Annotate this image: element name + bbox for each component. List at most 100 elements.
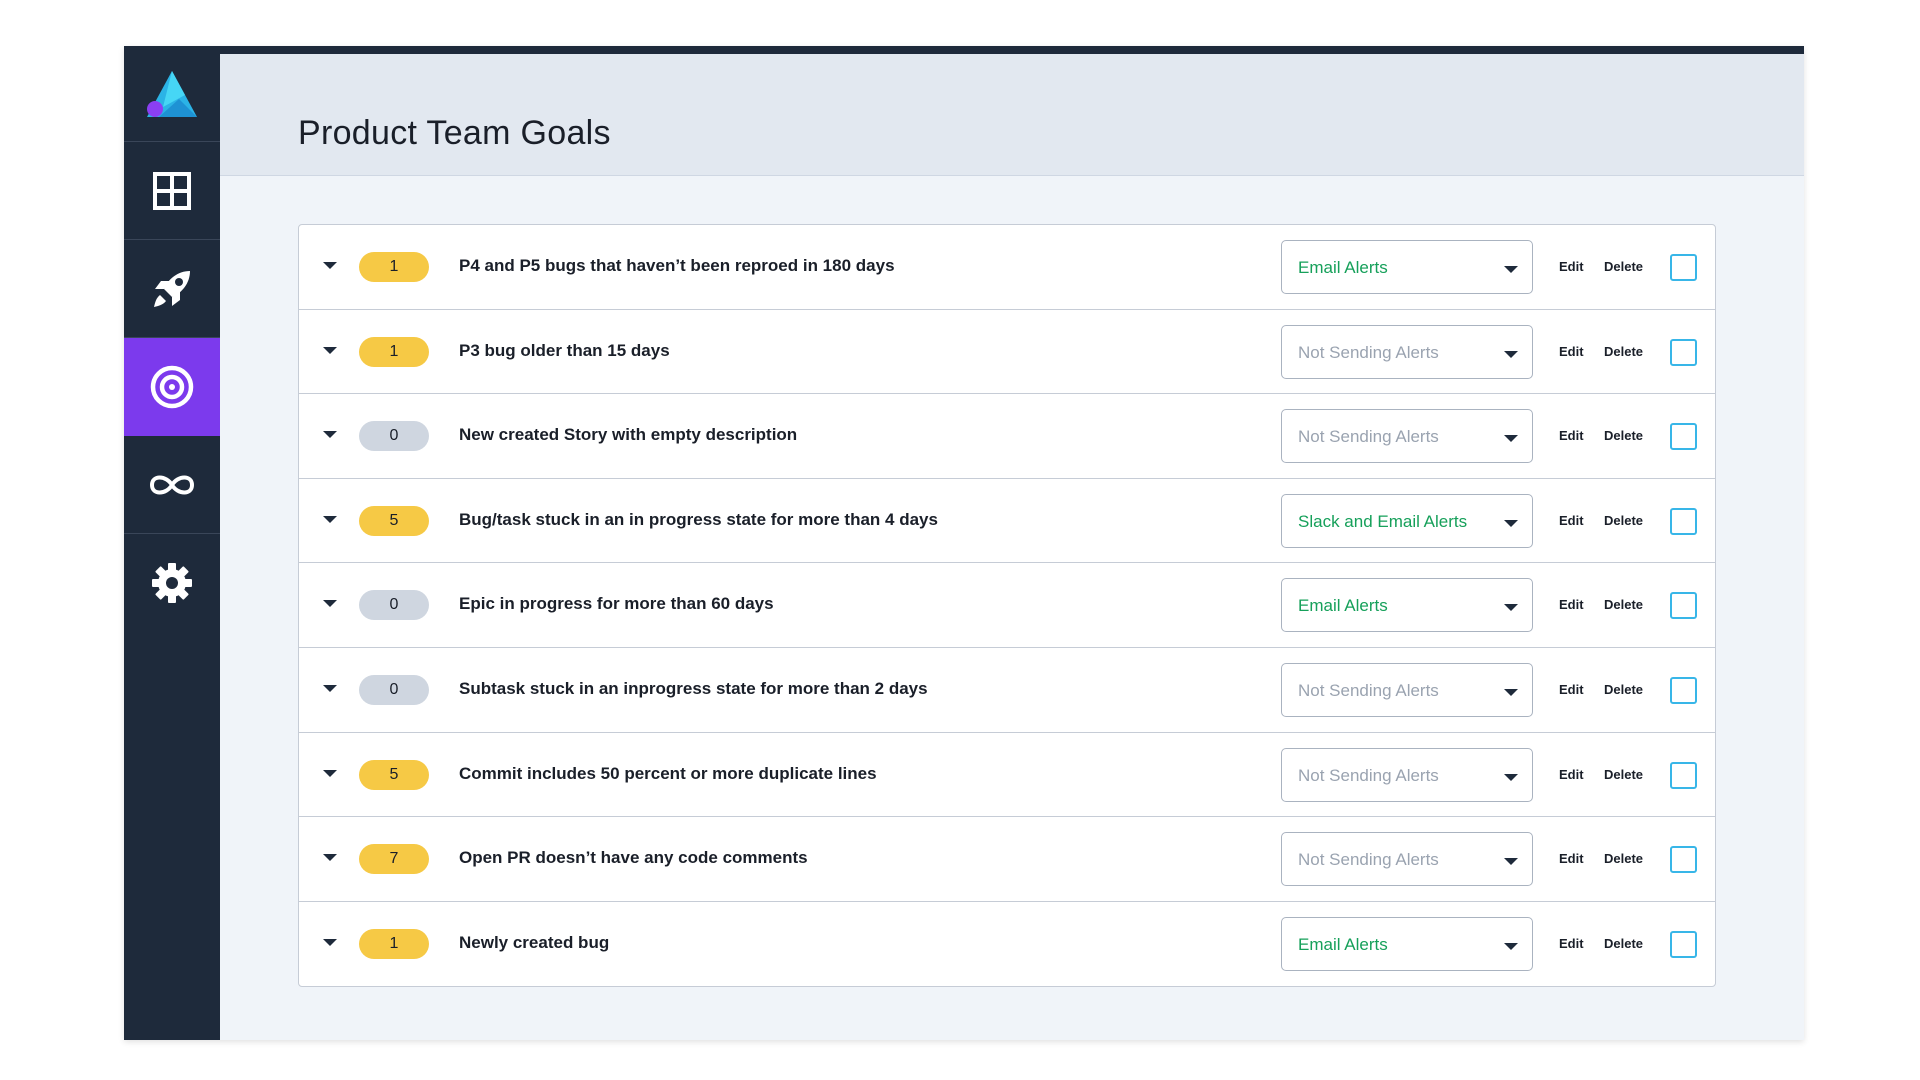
row-checkbox[interactable] [1670,592,1697,620]
goals-list: 1 P4 and P5 bugs that haven’t been reproe… [298,224,1716,988]
expand-chevron-icon[interactable] [323,854,337,862]
chevron-down-icon [1504,350,1518,358]
sidebar-item-logo[interactable] [124,46,220,142]
goal-label: Commit includes 50 percent or more dupli… [459,763,877,783]
alert-dropdown-value: Not Sending Alerts [1298,427,1439,447]
row-checkbox[interactable] [1670,846,1697,874]
goal-count-badge: 5 [359,759,429,790]
chevron-down-icon [1504,773,1518,781]
goal-label: Newly created bug [459,932,610,952]
goal-row: 1 Newly created bug Email Alerts Edit Delete [299,902,1715,987]
delete-button[interactable]: Delete [1604,851,1643,866]
row-checkbox[interactable] [1670,507,1697,535]
app-window: Product Team Goals 1 P4 and P5 bugs that … [124,46,1804,1040]
chevron-down-icon [1504,519,1518,527]
sidebar-item-dashboard[interactable] [124,142,220,240]
expand-chevron-icon[interactable] [323,938,337,946]
alert-dropdown[interactable]: Not Sending Alerts [1281,409,1533,464]
goal-count-badge: 1 [359,928,429,959]
alert-dropdown-value: Email Alerts [1298,596,1388,616]
sidebar-item-loop[interactable] [124,436,220,534]
rocket-icon [154,270,190,307]
chevron-down-icon [1504,266,1518,273]
alert-dropdown[interactable]: Slack and Email Alerts [1281,493,1533,548]
alert-dropdown[interactable]: Not Sending Alerts [1281,747,1533,802]
alert-dropdown[interactable]: Email Alerts [1281,916,1533,971]
row-checkbox[interactable] [1670,423,1697,451]
delete-button[interactable]: Delete [1604,259,1643,274]
expand-chevron-icon[interactable] [323,515,337,523]
delete-button[interactable]: Delete [1604,428,1643,443]
row-checkbox[interactable] [1670,676,1697,704]
expand-chevron-icon[interactable] [323,431,337,439]
alert-dropdown[interactable]: Not Sending Alerts [1281,324,1533,379]
expand-chevron-icon[interactable] [323,769,337,777]
target-icon [150,365,194,409]
alert-dropdown-value: Not Sending Alerts [1298,765,1439,785]
goal-label: P3 bug older than 15 days [459,340,670,360]
sidebar-item-settings[interactable] [124,534,220,632]
row-checkbox[interactable] [1670,930,1697,958]
goal-row: 5 Commit includes 50 percent or more dupl… [299,733,1715,818]
expand-chevron-icon[interactable] [323,262,337,269]
goal-count-badge: 0 [359,674,429,705]
top-bar [124,46,1804,54]
chevron-down-icon [1504,435,1518,443]
delete-button[interactable]: Delete [1604,767,1643,782]
alert-dropdown[interactable]: Not Sending Alerts [1281,662,1533,717]
edit-button[interactable]: Edit [1559,936,1584,951]
alert-dropdown-value: Email Alerts [1298,258,1388,277]
expand-chevron-icon[interactable] [323,346,337,354]
goal-label: Open PR doesn’t have any code comments [459,848,808,868]
row-checkbox[interactable] [1670,254,1697,281]
goal-count-badge: 5 [359,505,429,536]
alert-dropdown-value: Not Sending Alerts [1298,342,1439,362]
delete-button[interactable]: Delete [1604,597,1643,612]
delete-button[interactable]: Delete [1604,513,1643,528]
grid-icon [153,171,191,210]
logo-icon [147,70,197,117]
expand-chevron-icon[interactable] [323,684,337,692]
alert-dropdown-value: Not Sending Alerts [1298,850,1439,870]
goal-label: Epic in progress for more than 60 days [459,594,774,614]
alert-dropdown-value: Slack and Email Alerts [1298,511,1468,531]
alert-dropdown[interactable]: Email Alerts [1281,240,1533,294]
goal-count-badge: 1 [359,252,429,282]
page-title: Product Team Goals [298,114,611,152]
delete-button[interactable]: Delete [1604,936,1643,951]
expand-chevron-icon[interactable] [323,600,337,608]
alert-dropdown[interactable]: Email Alerts [1281,578,1533,633]
edit-button[interactable]: Edit [1559,682,1584,697]
edit-button[interactable]: Edit [1559,259,1584,274]
edit-button[interactable]: Edit [1559,767,1584,782]
row-checkbox[interactable] [1670,338,1697,366]
delete-button[interactable]: Delete [1604,682,1643,697]
alert-dropdown-value: Email Alerts [1298,934,1388,954]
delete-button[interactable]: Delete [1604,344,1643,359]
sidebar-item-goals[interactable] [124,338,220,436]
goal-label: Bug/task stuck in an in progress state f… [459,509,938,529]
alert-dropdown-value: Not Sending Alerts [1298,680,1439,700]
goal-count-badge: 0 [359,421,429,452]
goal-row: 7 Open PR doesn’t have any code comments N… [299,817,1715,902]
edit-button[interactable]: Edit [1559,597,1584,612]
row-checkbox[interactable] [1670,761,1697,789]
goal-row: 0 New created Story with empty descriptio… [299,394,1715,479]
goal-count-badge: 0 [359,590,429,621]
edit-button[interactable]: Edit [1559,513,1584,528]
alert-dropdown[interactable]: Not Sending Alerts [1281,832,1533,887]
sidebar-item-launch[interactable] [124,240,220,338]
page-header: Product Team Goals [220,54,1804,176]
goal-row: 5 Bug/task stuck in an in progress state … [299,479,1715,564]
sidebar [124,46,220,1040]
goal-row: 0 Epic in progress for more than 60 days E… [299,563,1715,648]
goal-row: 0 Subtask stuck in an inprogress state fo… [299,648,1715,733]
goal-count-badge: 7 [359,844,429,875]
edit-button[interactable]: Edit [1559,851,1584,866]
goal-count-badge: 1 [359,336,429,367]
edit-button[interactable]: Edit [1559,344,1584,359]
gear-icon [152,563,192,603]
goal-label: New created Story with empty description [459,425,798,445]
goal-label: Subtask stuck in an inprogress state for… [459,678,928,698]
edit-button[interactable]: Edit [1559,428,1584,443]
